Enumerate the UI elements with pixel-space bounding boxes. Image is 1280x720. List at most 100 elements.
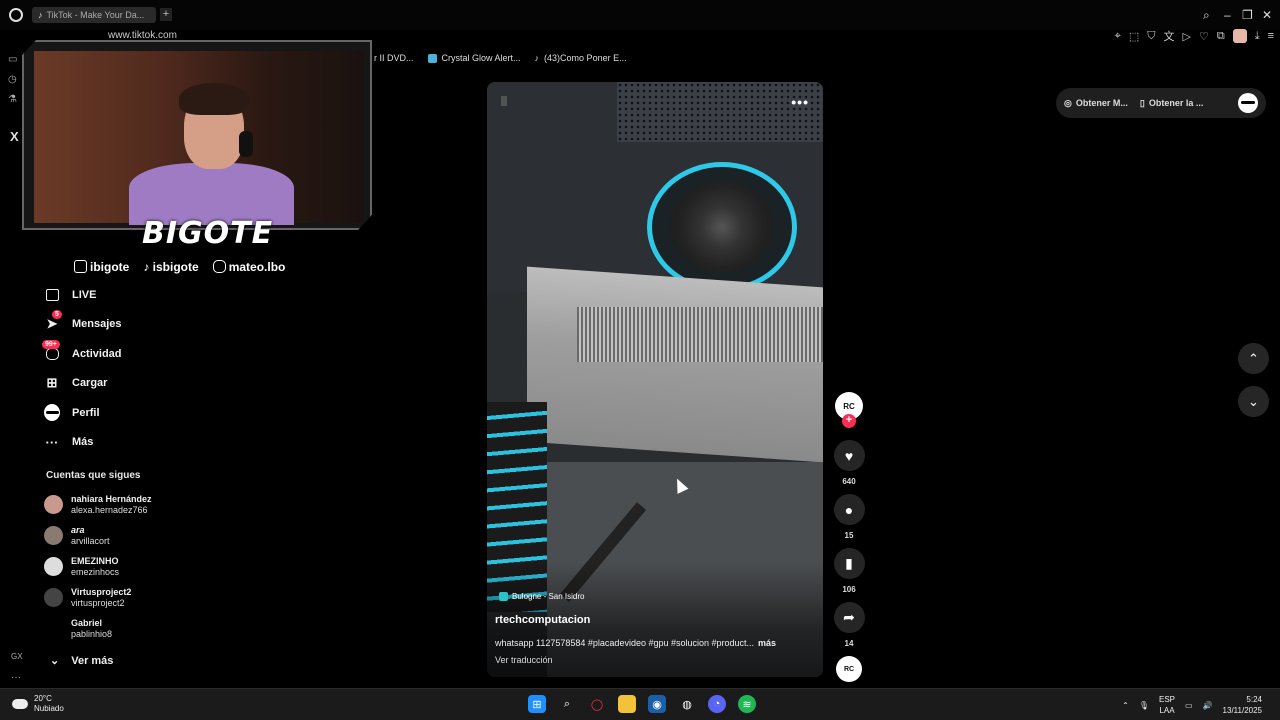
clock[interactable]: 5:24 13/11/2025 bbox=[1223, 694, 1262, 716]
sidebar-history-icon[interactable]: ◷ bbox=[8, 74, 24, 85]
previous-video-button[interactable]: ⌃ bbox=[1238, 343, 1269, 374]
windows-start-icon[interactable]: ⊞ bbox=[528, 695, 546, 713]
get-app-desktop-button[interactable]: ◎ Obtener M... bbox=[1064, 98, 1128, 109]
profile-icon bbox=[44, 404, 60, 422]
lang-secondary: LAA bbox=[1159, 706, 1175, 715]
creator-avatar[interactable]: RC + bbox=[835, 392, 863, 428]
sidebar-item-label: LIVE bbox=[72, 288, 97, 301]
list-item[interactable]: EMEZINHO emezinhocs bbox=[44, 551, 204, 582]
get-app-mobile-button[interactable]: ▯ Obtener la ... bbox=[1140, 98, 1203, 109]
taskbar-apps: ⊞ ⌕ ◯ ◉ ◍ ◔ ≋ bbox=[528, 695, 756, 713]
social-handles: ibigote ♪ isbigote mateo.lbo bbox=[74, 260, 285, 274]
brand-logo: BIGOTE bbox=[142, 216, 274, 251]
list-item[interactable]: nahiara Hernández alexa.hernadez766 bbox=[44, 489, 204, 520]
new-tab-button[interactable]: + bbox=[160, 8, 172, 21]
weather-widget[interactable]: 20°C Nubiado bbox=[12, 694, 64, 714]
save-button[interactable]: ▮ bbox=[833, 548, 865, 579]
translate-icon[interactable]: 文 bbox=[1164, 28, 1175, 44]
translate-link[interactable]: Ver traducción bbox=[495, 655, 553, 665]
cloud-icon bbox=[12, 699, 28, 709]
player-icon[interactable]: ▷ bbox=[1183, 30, 1191, 43]
avatar bbox=[44, 588, 63, 607]
see-more-button[interactable]: ⌄ Ver más bbox=[50, 654, 113, 668]
restore-icon[interactable]: ❐ bbox=[1242, 8, 1253, 22]
action-column: RC + ♥ 640 ● 15 ▮ 106 ➦ 14 RC bbox=[833, 392, 865, 682]
share-count: 14 bbox=[844, 639, 854, 648]
account-user: emezinhocs bbox=[71, 566, 120, 577]
menu-icon[interactable]: ≡ bbox=[1268, 30, 1274, 42]
video-menu-icon[interactable]: ••• bbox=[791, 94, 809, 110]
video-player[interactable]: ••• Bulogne - San Isidro rtechcomputacio… bbox=[487, 82, 823, 677]
tray-chevron-icon[interactable]: ⌃ bbox=[1122, 701, 1129, 710]
twitch-handle: ibigote bbox=[74, 260, 129, 274]
next-video-button[interactable]: ⌄ bbox=[1238, 386, 1269, 417]
account-name: Virtusproject2 bbox=[71, 586, 132, 597]
network-icon[interactable]: ▭ bbox=[1185, 701, 1193, 710]
location-text: Bulogne - San Isidro bbox=[512, 592, 585, 601]
file-explorer-icon[interactable] bbox=[618, 695, 636, 713]
sidebar-tools-icon[interactable]: ⚗ bbox=[8, 94, 24, 105]
sidebar-item-label: Mensajes bbox=[72, 318, 122, 331]
list-item[interactable]: Gabriel pablinhio8 bbox=[44, 613, 204, 644]
gx-label[interactable]: GX bbox=[11, 652, 23, 661]
download-icon[interactable]: ⤓ bbox=[1255, 30, 1260, 43]
url-field[interactable]: www.tiktok.com bbox=[108, 30, 177, 41]
user-avatar[interactable] bbox=[1238, 93, 1258, 113]
video-author[interactable]: rtechcomputacion bbox=[495, 614, 590, 626]
share-button[interactable]: ➦ bbox=[833, 602, 865, 633]
account-user: pablinhio8 bbox=[71, 628, 113, 639]
sidebar-item-actividad[interactable]: 99+ Actividad bbox=[42, 339, 244, 369]
bookmark-item[interactable]: Crystal Glow Alert... bbox=[427, 53, 521, 63]
clock-time: 5:24 bbox=[1246, 695, 1262, 704]
more-link[interactable]: más bbox=[758, 638, 776, 648]
language-indicator[interactable]: ESP LAA bbox=[1159, 694, 1175, 716]
close-icon[interactable]: ✕ bbox=[1262, 8, 1272, 22]
bookmark-item[interactable]: ♪ (43)Como Poner E... bbox=[535, 53, 627, 63]
sidebar-item-mensajes[interactable]: ➤ 5 Mensajes bbox=[44, 310, 244, 340]
minimize-icon[interactable]: – bbox=[1224, 8, 1231, 22]
volume-icon[interactable] bbox=[501, 96, 511, 106]
sidebar-item-perfil[interactable]: Perfil bbox=[44, 398, 244, 428]
avatar bbox=[44, 495, 63, 514]
sidebar-item-live[interactable]: LIVE bbox=[44, 280, 244, 310]
spotify-icon[interactable]: ≋ bbox=[738, 695, 756, 713]
x-twitter-icon[interactable]: X bbox=[10, 129, 19, 144]
comment-button[interactable]: ● bbox=[833, 494, 865, 525]
pin-icon[interactable]: ⌖ bbox=[1115, 30, 1121, 43]
cooler-fan bbox=[670, 182, 774, 272]
volume-tray-icon[interactable]: 🔊 bbox=[1203, 701, 1213, 710]
extensions-icon[interactable]: ⧉ bbox=[1217, 30, 1225, 43]
sidebar-item-cargar[interactable]: ⊞ Cargar bbox=[44, 369, 244, 399]
lang-primary: ESP bbox=[1159, 695, 1176, 704]
browser-tabstrip: ♪ TikTok - Make Your Da... + ⌕ – ❐ ✕ bbox=[0, 0, 1280, 30]
opera-gx-icon[interactable]: ◯ bbox=[588, 695, 606, 713]
stream-branding: BIGOTE ibigote ♪ isbigote mateo.lbo bbox=[22, 210, 372, 280]
list-item[interactable]: Virtusproject2 virtusproject2 bbox=[44, 582, 204, 613]
heart-icon[interactable]: ♡ bbox=[1199, 30, 1209, 43]
tab-tiktok[interactable]: ♪ TikTok - Make Your Da... bbox=[32, 7, 156, 23]
sidebar-item-label: Más bbox=[72, 436, 94, 449]
bookmark-item[interactable]: r II DVD... bbox=[374, 53, 414, 63]
obs-icon[interactable]: ◍ bbox=[678, 695, 696, 713]
more-dots[interactable]: ··· bbox=[11, 672, 21, 683]
snapshot-icon[interactable]: ⬚ bbox=[1129, 30, 1139, 43]
search-tabs-icon[interactable]: ⌕ bbox=[1203, 8, 1210, 23]
profile-avatar[interactable] bbox=[1232, 29, 1247, 43]
location-tag[interactable]: Bulogne - San Isidro bbox=[499, 592, 585, 601]
shield-icon[interactable]: ⛉ bbox=[1147, 30, 1155, 43]
sidebar-feed-icon[interactable]: ▭ bbox=[8, 54, 24, 65]
sidebar-item-mas[interactable]: ··· Más bbox=[44, 428, 244, 458]
steam-icon[interactable]: ◉ bbox=[648, 695, 666, 713]
mic-icon[interactable]: 🎙 bbox=[1139, 701, 1149, 710]
search-icon[interactable]: ⌕ bbox=[558, 695, 576, 713]
like-button[interactable]: ♥ bbox=[833, 440, 865, 471]
chevron-down-icon: ⌄ bbox=[50, 655, 60, 667]
list-item[interactable]: ara arvillacort bbox=[44, 520, 204, 551]
streamer-hair bbox=[179, 83, 249, 115]
opera-logo-icon[interactable] bbox=[9, 8, 23, 22]
pill-item2-label: Obtener la ... bbox=[1148, 98, 1204, 108]
music-disc[interactable]: RC bbox=[836, 656, 862, 682]
discord-icon[interactable]: ◔ bbox=[708, 695, 726, 713]
follow-plus-icon[interactable]: + bbox=[842, 414, 856, 428]
activity-icon: 99+ bbox=[42, 339, 60, 362]
